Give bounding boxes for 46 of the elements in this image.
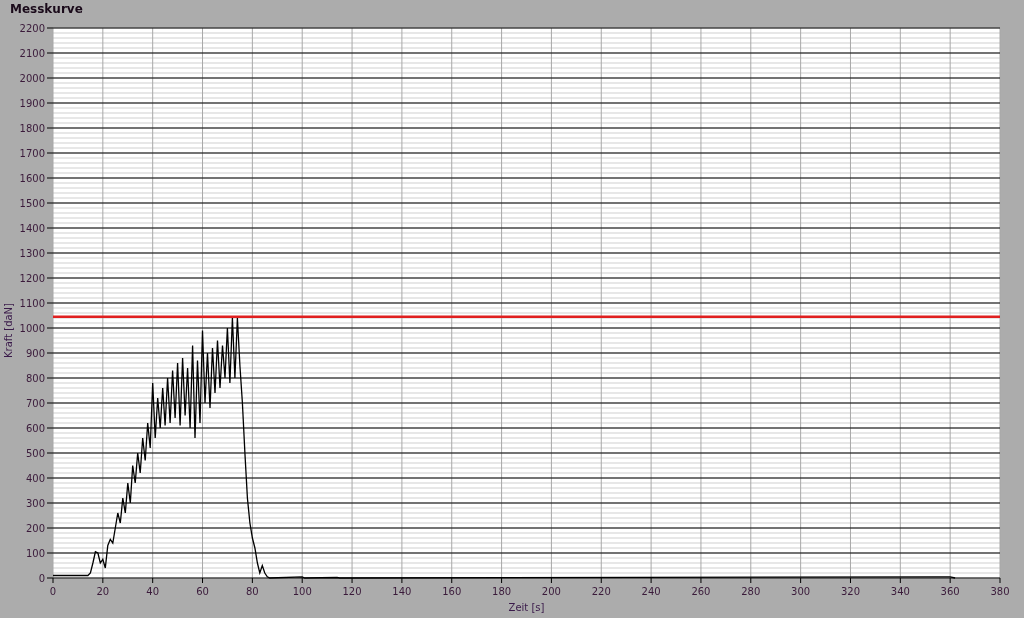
tick-label: 220 [591,586,611,597]
tick-label: 1600 [19,173,45,184]
tick-label: 1200 [19,273,45,284]
tick-label: 0 [38,573,45,584]
tick-label: 900 [25,348,45,359]
tick-label: 240 [641,586,661,597]
tick-label: 1000 [19,323,45,334]
tick-label: 380 [990,586,1010,597]
tick-label: 180 [492,586,512,597]
tick-label: 140 [392,586,412,597]
tick-label: 1500 [19,198,45,209]
tick-label: 100 [292,586,312,597]
tick-label: 300 [25,498,45,509]
tick-label: 2000 [19,73,45,84]
axis-title: Zeit [s] [508,602,545,613]
tick-label: 40 [146,586,160,597]
tick-label: 200 [541,586,561,597]
chart-title: Messkurve [9,1,84,18]
tick-label: 120 [342,586,362,597]
tick-label: 200 [25,523,45,534]
tick-label: 320 [840,586,860,597]
tick-label: 340 [890,586,910,597]
tick-label: 1800 [19,123,45,134]
tick-label: 800 [25,373,45,384]
tick-label: 400 [25,473,45,484]
tick-label: 0 [49,586,57,597]
tick-label: 1400 [19,223,45,234]
tick-label: 600 [25,423,45,434]
tick-label: 1300 [19,248,45,259]
tick-label: 100 [25,548,45,559]
tick-label: 700 [25,398,45,409]
tick-label: 20 [96,586,110,597]
tick-label: 280 [741,586,761,597]
tick-label: 360 [940,586,960,597]
tick-label: 2200 [19,23,45,34]
tick-label: 1100 [19,298,45,309]
tick-label: 300 [791,586,811,597]
tick-label: 60 [196,586,209,597]
tick-label: 260 [691,586,711,597]
axis-title: Kraft [daN] [3,303,14,358]
tick-label: 1700 [19,148,45,159]
tick-label: 500 [25,448,45,459]
tick-label: 80 [246,586,259,597]
tick-label: 2100 [19,48,45,59]
tick-label: 1900 [19,98,45,109]
tick-label: 160 [442,586,462,597]
